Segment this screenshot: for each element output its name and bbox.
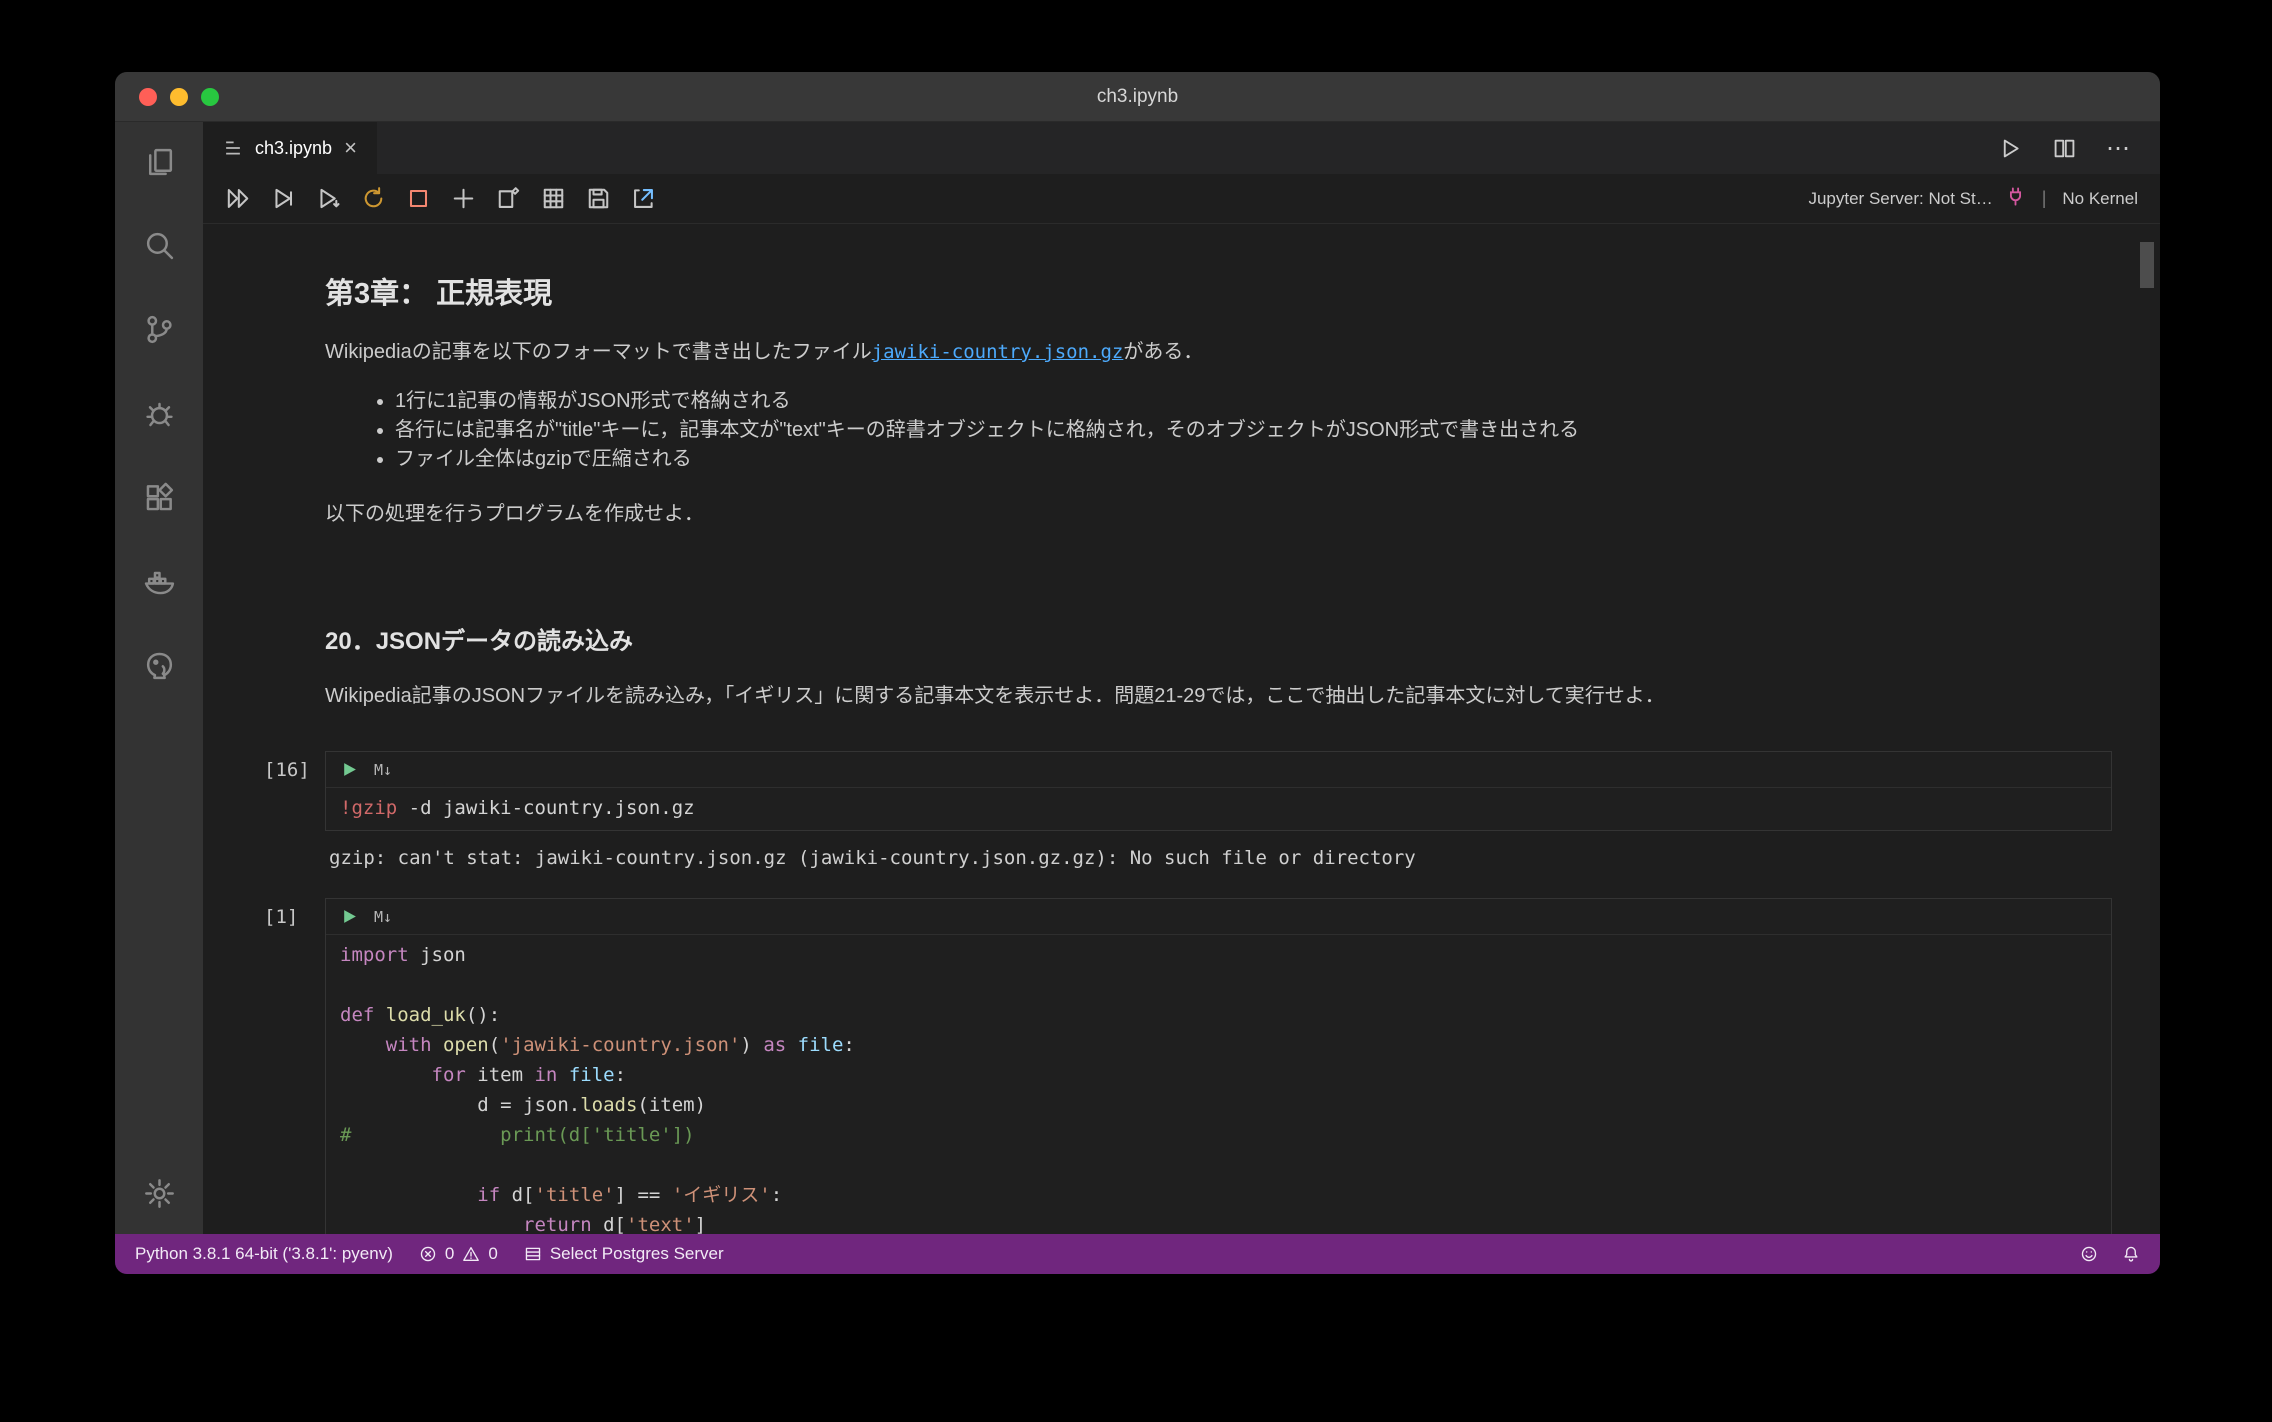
- tab-label: ch3.ipynb: [255, 137, 333, 158]
- extensions-icon[interactable]: [142, 480, 176, 514]
- cell-code-editor[interactable]: import json def load_uk(): with open('ja…: [326, 935, 2111, 1234]
- bullet-item: 各行には記事名が"title"キーに，記事本文が"text"キーの辞書オブジェク…: [395, 416, 2136, 445]
- markdown-paragraph: Wikipedia記事のJSONファイルを読み込み，「イギリス」に関する記事本文…: [325, 685, 1665, 707]
- restart-kernel-icon[interactable]: [360, 185, 387, 212]
- run-cells-above-icon[interactable]: [270, 185, 297, 212]
- error-count: 0: [444, 1244, 455, 1263]
- source-control-icon[interactable]: [142, 312, 176, 346]
- vertical-scrollbar[interactable]: [2140, 242, 2154, 288]
- run-cell-icon[interactable]: [340, 761, 358, 779]
- markdown-convert-badge[interactable]: M↓: [374, 761, 392, 779]
- notebook-editor: 第3章： 正規表現 Wikipediaの記事を以下のフォーマットで書き出したファ…: [203, 224, 2160, 1234]
- markdown-paragraph: 以下の処理を行うプログラムを作成せよ．: [325, 503, 704, 525]
- explorer-icon[interactable]: [142, 144, 176, 178]
- notebook-outline-icon: [226, 141, 240, 155]
- postgres-server-label: Select Postgres Server: [549, 1244, 724, 1263]
- interrupt-kernel-icon[interactable]: [405, 185, 432, 212]
- tab-close-icon[interactable]: ×: [344, 137, 357, 159]
- statusbar: Python 3.8.1 64-bit ('3.8.1': pyenv) 0 0…: [115, 1234, 2160, 1274]
- debug-icon[interactable]: [142, 396, 176, 430]
- execution-count: [16]: [264, 759, 310, 781]
- run-editor-icon[interactable]: [1998, 136, 2022, 160]
- markdown-heading: 20．JSONデータの読み込み: [325, 628, 634, 655]
- editor-actions: ⋯: [1998, 122, 2160, 174]
- paragraph-text: がある．: [1123, 341, 1204, 363]
- run-cells-below-icon[interactable]: [315, 185, 342, 212]
- postgres-icon[interactable]: [142, 648, 176, 682]
- tab-bar: ch3.ipynb × ⋯: [203, 122, 2160, 174]
- execution-count: [1]: [264, 906, 299, 928]
- notifications-bell-icon[interactable]: [2122, 1245, 2140, 1263]
- minimize-window-button[interactable]: [170, 87, 188, 106]
- markdown-cell-1[interactable]: 第3章： 正規表現 Wikipediaの記事を以下のフォーマットで書き出したファ…: [325, 224, 2136, 529]
- bullet-item: ファイル全体はgzipで圧縮される: [395, 445, 2136, 474]
- convert-cell-icon[interactable]: [495, 185, 522, 212]
- tab-ch3-ipynb[interactable]: ch3.ipynb ×: [203, 122, 378, 174]
- code-cell: [1] M↓ import json def load_uk(): with o…: [264, 898, 2112, 1234]
- python-interpreter-status[interactable]: Python 3.8.1 64-bit ('3.8.1': pyenv): [135, 1244, 393, 1264]
- save-icon[interactable]: [585, 185, 612, 212]
- cell-toolbar: M↓: [326, 899, 2111, 935]
- statusbar-right: [2080, 1245, 2140, 1263]
- markdown-convert-badge[interactable]: M↓: [374, 908, 392, 926]
- cell-output: gzip: can't stat: jawiki-country.json.gz…: [329, 847, 1416, 869]
- error-icon: [420, 1246, 436, 1262]
- docker-icon[interactable]: [142, 564, 176, 598]
- split-editor-icon[interactable]: [2052, 136, 2076, 160]
- export-notebook-icon[interactable]: [630, 185, 657, 212]
- jupyter-connection-icon[interactable]: [2005, 186, 2026, 212]
- vscode-window: ch3.ipynb ch3.ipynb × ⋯ Jupyter Server: …: [115, 72, 2160, 1274]
- editor-column: ch3.ipynb × ⋯ Jupyter Server: Not St… | …: [203, 122, 2160, 1234]
- jupyter-status: Jupyter Server: Not St… | No Kernel: [1808, 186, 2138, 212]
- markdown-bullet-list: 1行に1記事の情報がJSON形式で格納される 各行には記事名が"title"キー…: [325, 387, 2136, 474]
- variable-explorer-icon[interactable]: [540, 185, 567, 212]
- activity-bar: [115, 122, 203, 1234]
- markdown-cell-2[interactable]: 20．JSONデータの読み込み Wikipedia記事のJSONファイルを読み込…: [325, 621, 2136, 711]
- cell-toolbar: M↓: [326, 752, 2111, 788]
- close-window-button[interactable]: [139, 87, 157, 106]
- markdown-heading: 第3章： 正規表現: [325, 278, 553, 310]
- more-actions-icon[interactable]: ⋯: [2106, 135, 2130, 162]
- search-icon[interactable]: [142, 228, 176, 262]
- add-cell-icon[interactable]: [450, 185, 477, 212]
- window-title: ch3.ipynb: [1096, 85, 1179, 107]
- notebook-toolbar: Jupyter Server: Not St… | No Kernel: [203, 174, 2160, 224]
- warning-icon: [463, 1247, 480, 1261]
- titlebar: ch3.ipynb: [115, 72, 2160, 122]
- feedback-smiley-icon[interactable]: [2080, 1245, 2098, 1263]
- code-cell: [16] M↓ !gzip -d jawiki-country.json.gz: [264, 751, 2112, 831]
- python-version-label: Python 3.8.1 64-bit ('3.8.1': pyenv): [135, 1244, 393, 1263]
- settings-gear-icon[interactable]: [142, 1176, 176, 1210]
- warning-count: 0: [488, 1244, 498, 1263]
- screen: { "window": { "title": "ch3.ipynb" }, "t…: [0, 0, 2272, 1422]
- kernel-status[interactable]: No Kernel: [2062, 189, 2138, 209]
- bullet-item: 1行に1記事の情報がJSON形式で格納される: [395, 387, 2136, 416]
- paragraph-text: Wikipediaの記事を以下のフォーマットで書き出したファイル: [325, 341, 872, 363]
- markdown-paragraph: Wikipediaの記事を以下のフォーマットで書き出したファイルjawiki-c…: [325, 338, 2136, 367]
- traffic-lights: [139, 72, 219, 121]
- toolbar-separator: |: [2041, 188, 2047, 208]
- cell-code-editor[interactable]: !gzip -d jawiki-country.json.gz: [326, 788, 2111, 830]
- jupyter-server-status[interactable]: Jupyter Server: Not St…: [1808, 189, 1992, 209]
- problems-status[interactable]: 0 0: [419, 1244, 498, 1264]
- run-all-cells-icon[interactable]: [225, 185, 252, 212]
- postgres-server-status[interactable]: Select Postgres Server: [524, 1244, 724, 1264]
- zoom-window-button[interactable]: [201, 87, 219, 106]
- jawiki-link[interactable]: jawiki-country.json.gz: [872, 341, 1124, 363]
- run-cell-icon[interactable]: [340, 908, 358, 926]
- server-icon: [525, 1247, 541, 1261]
